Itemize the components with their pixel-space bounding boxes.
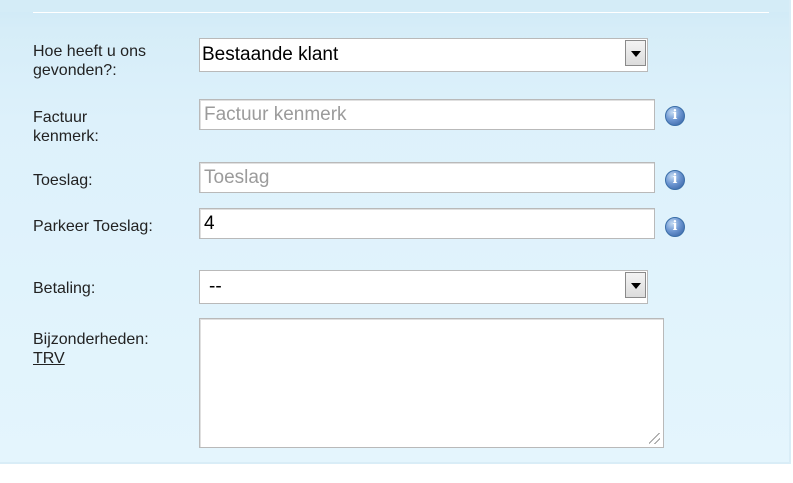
betaling-select[interactable]: --: [199, 270, 648, 304]
bijzonderheden-label: Bijzonderheden:: [33, 331, 149, 348]
factuur-kenmerk-input[interactable]: Factuur kenmerk: [199, 99, 655, 130]
gevonden-label: Hoe heeft u ons gevonden?:: [33, 43, 146, 79]
betaling-select-value: --: [209, 276, 222, 297]
parkeer-toeslag-input[interactable]: 4: [199, 208, 655, 239]
bijzonderheden-textarea[interactable]: [199, 318, 664, 448]
top-strip: [0, 0, 789, 12]
resize-grip-icon[interactable]: [649, 433, 660, 444]
gevonden-select[interactable]: Bestaande klant: [199, 38, 648, 72]
form-panel: Hoe heeft u ons gevonden?: Bestaande kla…: [0, 0, 791, 464]
info-icon[interactable]: i: [665, 170, 685, 190]
bijzonderheden-label-group: Bijzonderheden: TRV: [33, 330, 149, 368]
chevron-down-icon[interactable]: [625, 272, 646, 298]
parkeer-toeslag-label: Parkeer Toeslag:: [33, 218, 153, 235]
gevonden-select-value: Bestaande klant: [202, 44, 339, 65]
info-icon[interactable]: i: [665, 106, 685, 126]
divider: [33, 12, 769, 13]
trv-link[interactable]: TRV: [33, 350, 65, 367]
chevron-down-icon[interactable]: [625, 40, 646, 66]
info-icon[interactable]: i: [665, 217, 685, 237]
betaling-label: Betaling:: [33, 280, 96, 297]
factuur-kenmerk-label: Factuur kenmerk:: [33, 109, 99, 145]
toeslag-label: Toeslag:: [33, 172, 93, 189]
toeslag-input[interactable]: Toeslag: [199, 162, 655, 193]
